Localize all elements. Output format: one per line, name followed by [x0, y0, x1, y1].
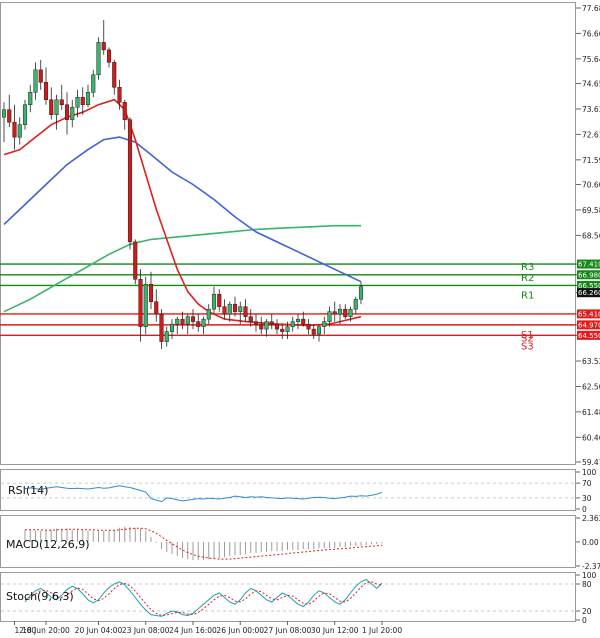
- tick-label: 100: [582, 468, 597, 477]
- tick-label: 100: [582, 571, 597, 580]
- level-tag-text: 67.410: [578, 261, 600, 269]
- level-label-r1: R1: [521, 290, 534, 301]
- tick-label: 80: [582, 580, 592, 589]
- macd-title: MACD(12,26,9): [6, 538, 90, 551]
- level-label-r3: R3: [521, 262, 534, 273]
- tick-label: 30: [582, 494, 592, 503]
- price-tick-label: 70.600: [582, 181, 600, 190]
- candle: [96, 37, 101, 80]
- time-tick-label: 18 Jun 20:00: [22, 626, 70, 635]
- candle: [127, 117, 133, 250]
- tick-label: 20: [582, 607, 592, 616]
- price-tick-label: 62.500: [582, 382, 600, 391]
- price-tick-label: 60.460: [582, 433, 600, 442]
- price-tick-label: 63.520: [582, 357, 600, 366]
- level-label-r2: R2: [521, 273, 534, 284]
- price-tick-label: 73.630: [582, 105, 600, 114]
- price-tick-label: 71.590: [582, 156, 600, 165]
- current-price-tag: 66.260: [578, 289, 600, 297]
- level-tag-text: 64.970: [578, 321, 600, 329]
- level-tag-text: 66.980: [578, 271, 600, 279]
- time-tick-label: 1 Jul 20:00: [362, 626, 402, 635]
- price-tick-label: 75.640: [582, 55, 600, 64]
- chart-root: R3R2R1S1S2S3 77.68076.66075.64074.65073.…: [0, 0, 600, 638]
- tick-label: 2.3621: [582, 514, 600, 523]
- price-tick-label: 59.470: [582, 458, 600, 467]
- price-tick-label: 72.610: [582, 130, 600, 139]
- price-tick-label: 76.660: [582, 29, 600, 38]
- candle: [143, 276, 148, 335]
- tick-label: 70: [582, 479, 592, 488]
- price-tick-label: 77.680: [582, 4, 600, 13]
- tick-label: 0: [582, 616, 587, 625]
- time-tick-label: 23 Jun 08:00: [122, 626, 170, 635]
- price-tick-label: 74.650: [582, 80, 600, 89]
- time-tick-label: 26 Jun 00:00: [216, 626, 264, 635]
- rsi-title: RSI(14): [8, 484, 48, 497]
- tick-label: 0: [582, 505, 587, 514]
- price-tick-label: 69.580: [582, 206, 600, 215]
- price-tick-label: 68.560: [582, 231, 600, 240]
- time-tick-label: 30 Jun 12:00: [311, 626, 359, 635]
- candle: [133, 239, 138, 285]
- tick-label: -2.3797: [582, 562, 600, 571]
- level-tag-text: 65.410: [578, 310, 600, 318]
- price-tick-label: 61.480: [582, 408, 600, 417]
- level-tag-text: 64.550: [578, 332, 600, 340]
- level-label-s3: S3: [521, 341, 534, 352]
- time-tick-label: 20 Jun 04:00: [75, 626, 123, 635]
- stoch-title: Stoch(9,6,3): [6, 590, 74, 603]
- time-tick-label: 27 Jun 08:00: [264, 626, 312, 635]
- time-tick-label: 24 Jun 16:00: [169, 626, 217, 635]
- tick-label: 0.00: [582, 538, 599, 547]
